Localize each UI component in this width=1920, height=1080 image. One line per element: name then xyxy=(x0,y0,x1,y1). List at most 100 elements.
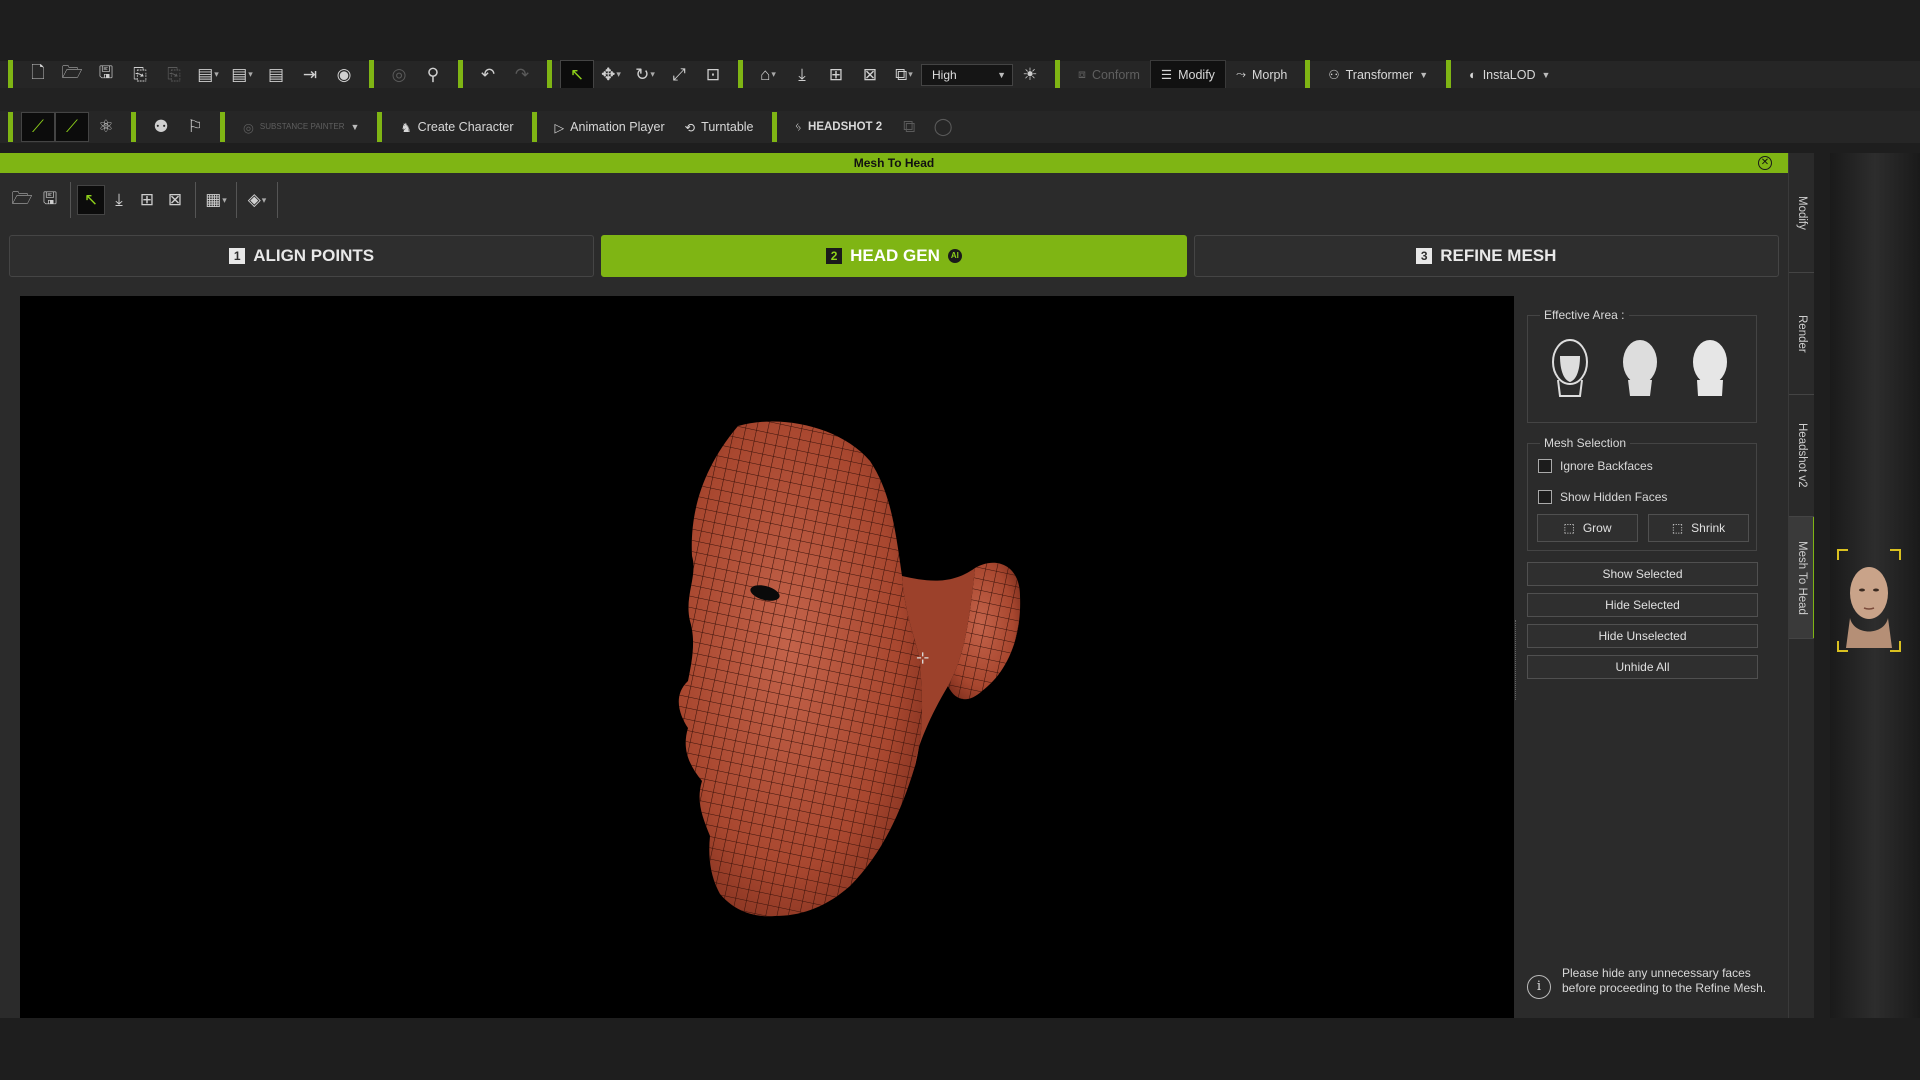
show-hidden-faces-checkbox[interactable]: Show Hidden Faces xyxy=(1538,490,1667,504)
grow-button[interactable]: ⬚ Grow xyxy=(1537,514,1638,542)
save-icon[interactable]: 🖫 xyxy=(89,60,123,90)
side-tab-bar: Modify Render Headshot v2 Mesh To Head xyxy=(1788,153,1815,1018)
toolbar-separator xyxy=(131,112,136,142)
import-usd-icon[interactable]: ▤ xyxy=(259,60,293,90)
drop-to-floor-icon[interactable]: ⤓ xyxy=(785,60,819,90)
side-tab-mesh-to-head[interactable]: Mesh To Head xyxy=(1789,517,1815,639)
ignore-backfaces-checkbox[interactable]: Ignore Backfaces xyxy=(1538,459,1653,473)
face-area-icon[interactable] xyxy=(1548,336,1592,398)
import-disabled-icon[interactable]: ⎘ xyxy=(157,60,191,90)
side-tab-render[interactable]: Render xyxy=(1789,273,1815,395)
animation-player-label: Animation Player xyxy=(570,120,665,134)
show-selected-button[interactable]: Show Selected xyxy=(1527,562,1758,586)
step-tabs: 1 ALIGN POINTS 2 HEAD GEN AI 3 REFINE ME… xyxy=(9,235,1779,277)
toolbar-divider xyxy=(195,182,196,218)
animation-player-button[interactable]: ▷ Animation Player xyxy=(545,112,675,142)
pose-tool-icon[interactable]: ⚲ xyxy=(416,60,450,90)
home-icon[interactable]: ⌂ xyxy=(751,60,785,90)
disabled-tool-icon[interactable]: ◎ xyxy=(382,60,416,90)
tab-align-points[interactable]: 1 ALIGN POINTS xyxy=(9,235,595,277)
scene-icon[interactable]: ⚉ xyxy=(144,112,178,142)
light-icon[interactable]: ☀ xyxy=(1013,60,1047,90)
tab-label: HEAD GEN xyxy=(850,246,940,265)
preview-icon[interactable]: ◉ xyxy=(327,60,361,90)
headshot-tool-icon[interactable]: ⧉ xyxy=(892,112,926,142)
side-tab-modify[interactable]: Modify xyxy=(1789,153,1815,273)
3d-viewport[interactable]: ⊹ xyxy=(20,296,1514,1018)
toolbar-separator xyxy=(1305,59,1311,90)
undo-icon[interactable]: ↶ xyxy=(471,60,505,90)
transformer-label: Transformer xyxy=(1345,67,1414,82)
move-icon[interactable]: ✥ xyxy=(594,60,628,90)
quality-dropdown[interactable]: High ▼ xyxy=(921,63,1013,86)
checkbox-box[interactable] xyxy=(1538,490,1552,504)
instalod-button[interactable]: ◐ InstaLOD ▼ xyxy=(1459,60,1560,90)
grow-icon: ⬚ xyxy=(1563,521,1575,535)
instalod-label: InstaLOD xyxy=(1482,67,1536,82)
hide-unselected-button[interactable]: Hide Unselected xyxy=(1527,624,1758,648)
hide-selected-button[interactable]: Hide Selected xyxy=(1527,593,1758,617)
cube-icon[interactable]: ◈ xyxy=(243,185,271,215)
shrink-button[interactable]: ⬚ Shrink xyxy=(1648,514,1749,542)
fit-view-icon[interactable]: ⊞ xyxy=(819,60,853,90)
open-folder-icon[interactable]: 🗁 xyxy=(8,185,36,215)
head-mesh[interactable] xyxy=(20,296,1514,1018)
head-area-icon[interactable] xyxy=(1618,336,1662,398)
morph-button[interactable]: ⤳ Morph xyxy=(1226,60,1297,90)
toolbar-separator xyxy=(771,112,777,142)
tab-number: 3 xyxy=(1416,248,1433,264)
side-tab-headshot[interactable]: Headshot v2 xyxy=(1789,395,1815,517)
bone-edit-icon[interactable]: ⟋ xyxy=(21,112,55,142)
sliders-icon: ☰ xyxy=(1160,68,1173,82)
drop-to-floor-icon[interactable]: ⤓ xyxy=(105,185,133,215)
import-ic-icon[interactable]: ⎘ xyxy=(123,60,157,90)
close-icon[interactable]: ✕ xyxy=(1758,156,1772,170)
modify-button[interactable]: ☰ Modify xyxy=(1149,59,1226,90)
tab-head-gen[interactable]: 2 HEAD GEN AI xyxy=(601,235,1187,277)
open-folder-icon[interactable]: 🗁 xyxy=(55,60,89,90)
transformer-button[interactable]: ⚇ Transformer ▼ xyxy=(1318,60,1438,90)
full-head-area-icon[interactable] xyxy=(1688,336,1732,398)
instalod-icon: ◐ xyxy=(1469,67,1477,82)
head-thumbnail-avatar[interactable] xyxy=(1836,548,1902,653)
select-arrow-icon[interactable]: ↖ xyxy=(560,59,594,90)
focus-icon[interactable]: ⊠ xyxy=(161,185,189,215)
morph-icon: ⤳ xyxy=(1235,67,1246,81)
scale-icon[interactable]: ⤢ xyxy=(662,60,696,90)
select-arrow-icon[interactable]: ↖ xyxy=(77,185,105,215)
create-character-button[interactable]: ♞ Create Character xyxy=(390,112,523,142)
checkbox-box[interactable] xyxy=(1538,459,1552,473)
save-icon[interactable]: 🖫 xyxy=(36,185,64,215)
turntable-button[interactable]: ⟲ Turntable xyxy=(675,112,764,142)
conform-button[interactable]: ⧈ Conform xyxy=(1068,60,1150,90)
export-icon[interactable]: ⇥ xyxy=(293,60,327,90)
conform-icon: ⧈ xyxy=(1078,67,1086,81)
hide-selected-label: Hide Selected xyxy=(1605,598,1680,612)
unhide-all-button[interactable]: Unhide All xyxy=(1527,655,1758,679)
ignore-backfaces-label: Ignore Backfaces xyxy=(1560,459,1653,473)
focus-icon[interactable]: ⊠ xyxy=(853,60,887,90)
import-fbx-icon[interactable]: ▤ xyxy=(225,60,259,90)
turntable-icon: ⟲ xyxy=(684,120,696,135)
import-obj-icon[interactable]: ▤ xyxy=(191,60,225,90)
display-mode-icon[interactable]: ▦ xyxy=(202,185,230,215)
fit-view-icon[interactable]: ⊞ xyxy=(133,185,161,215)
bone-add-icon[interactable]: ⟋ xyxy=(55,112,89,142)
head-outline-icon[interactable]: ◯ xyxy=(926,112,960,142)
flag-icon[interactable]: ⚐ xyxy=(178,112,212,142)
conform-label: Conform xyxy=(1091,67,1140,82)
headshot-button[interactable]: ᛃ HEADSHOT 2 xyxy=(785,112,893,142)
redo-icon[interactable]: ↷ xyxy=(505,60,539,90)
pivot-icon[interactable]: ⊡ xyxy=(696,60,730,90)
toolbar-divider xyxy=(70,182,71,218)
camera-view-icon[interactable]: ⧉ xyxy=(887,60,921,90)
tab-number: 1 xyxy=(229,248,246,264)
rotate-icon[interactable]: ↻ xyxy=(628,60,662,90)
info-text: Please hide any unnecessary faces before… xyxy=(1562,966,1767,995)
substance-painter-button[interactable]: ◎ SUBSTANCE PAINTER ▼ xyxy=(233,112,369,142)
tab-refine-mesh[interactable]: 3 REFINE MESH xyxy=(1193,235,1779,277)
morph-nodes-icon[interactable]: ⚛ xyxy=(89,112,123,142)
side-tab-label: Headshot v2 xyxy=(1796,423,1808,488)
toolbar-separator xyxy=(220,112,225,142)
new-file-icon[interactable]: 🗋 xyxy=(21,60,55,90)
